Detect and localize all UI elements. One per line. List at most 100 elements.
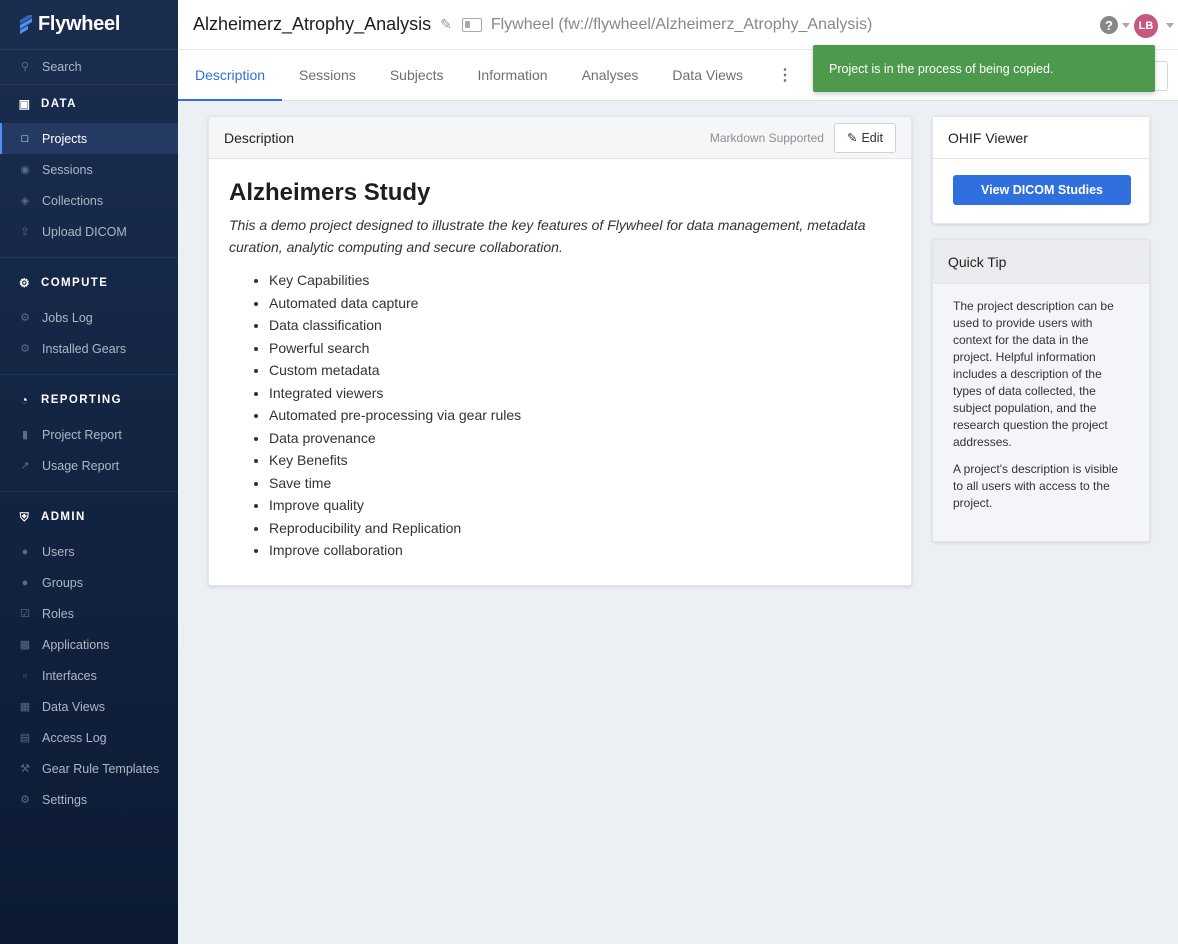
sidebar-item-usage-report[interactable]: ↗ Usage Report <box>0 450 178 481</box>
window-icon: ▫ <box>23 669 27 682</box>
sidebar-item-jobs-log[interactable]: ⚙ Jobs Log <box>0 302 178 333</box>
ohif-card-header: OHIF Viewer <box>933 117 1149 159</box>
user-icon: ● <box>21 545 29 558</box>
ohif-viewer-card: OHIF Viewer View DICOM Studies <box>932 116 1150 224</box>
gears-icon: ⚙ <box>20 312 30 324</box>
database-icon: ▣ <box>18 97 32 111</box>
edit-label: Edit <box>861 130 883 145</box>
list-item: Integrated viewers <box>269 382 891 405</box>
sidebar-item-label: Installed Gears <box>42 341 127 356</box>
gear-icon: ⚙ <box>20 343 30 355</box>
card-title: Description <box>224 129 295 146</box>
sidebar-item-groups[interactable]: ● Groups <box>0 567 178 598</box>
sidebar-item-label: Data Views <box>42 699 105 714</box>
cube-icon: ◉ <box>20 164 30 176</box>
tab-sessions[interactable]: Sessions <box>282 50 373 100</box>
study-title: Alzheimers Study <box>229 179 431 206</box>
sidebar-item-projects[interactable]: □ Projects <box>0 123 178 154</box>
list-item: Improve quality <box>269 494 891 517</box>
pie-chart-icon: ◔ <box>20 393 30 407</box>
tab-information[interactable]: Information <box>461 50 565 100</box>
gavel-icon: ⚒ <box>20 763 30 775</box>
sidebar-item-upload-dicom[interactable]: ⇧ Upload DICOM <box>0 216 178 247</box>
view-dicom-studies-button[interactable]: View DICOM Studies <box>953 175 1131 205</box>
tab-description[interactable]: Description <box>178 50 283 101</box>
section-label: ADMIN <box>41 511 86 523</box>
quick-tip-body: The project description can be used to p… <box>933 284 1149 512</box>
sidebar-item-access-log[interactable]: ▤ Access Log <box>0 722 178 753</box>
sidebar-item-users[interactable]: ● Users <box>0 536 178 567</box>
list-item: Automated data capture <box>269 292 891 315</box>
sidebar-item-label: Gear Rule Templates <box>42 761 160 776</box>
avatar-chevron-down-icon[interactable] <box>1166 23 1174 28</box>
sidebar-item-label: Projects <box>42 131 88 146</box>
shield-icon: ⛨ <box>19 509 31 524</box>
sidebar-item-label: Search <box>42 59 82 74</box>
sidebar-item-label: Interfaces <box>42 668 97 683</box>
tab-subjects[interactable]: Subjects <box>373 50 461 100</box>
sidebar-item-label: Upload DICOM <box>42 224 127 239</box>
sidebar-item-collections[interactable]: ◈ Collections <box>0 185 178 216</box>
help-chevron-down-icon[interactable] <box>1122 23 1130 28</box>
sidebar-item-roles[interactable]: ☑ Roles <box>0 598 178 629</box>
sidebar-item-search[interactable]: ⚲ Search <box>0 51 178 82</box>
list-item: Key Benefits <box>269 449 891 472</box>
line-chart-icon: ↗ <box>20 460 30 472</box>
quick-tip-header: Quick Tip <box>933 240 1149 284</box>
description-card: Description Markdown Supported ✎ Edit Al… <box>208 116 912 586</box>
flywheel-logo[interactable]: Flywheel <box>0 0 178 50</box>
divider <box>0 491 178 492</box>
upload-icon: ⇧ <box>20 226 30 238</box>
more-tabs-icon[interactable]: ⋮ <box>760 50 810 100</box>
sidebar-item-gear-rule-templates[interactable]: ⚒ Gear Rule Templates <box>0 753 178 784</box>
gear-icon: ⚙ <box>18 276 32 290</box>
tab-data-views[interactable]: Data Views <box>655 50 760 100</box>
pencil-icon[interactable]: ✎ <box>440 16 452 33</box>
users-icon: ● <box>21 576 29 589</box>
sidebar-item-label: Sessions <box>42 162 93 177</box>
divider <box>0 257 178 258</box>
sidebar-item-label: Jobs Log <box>42 310 93 325</box>
list-item: Powerful search <box>269 337 891 360</box>
sidebar-item-label: Collections <box>42 193 104 208</box>
tip-paragraph: A project's description is visible to al… <box>953 462 1119 510</box>
sidebar-item-applications[interactable]: ▩ Applications <box>0 629 178 660</box>
gear-icon: ⚙ <box>20 794 30 806</box>
sidebar-item-label: Usage Report <box>42 458 120 473</box>
cubes-icon: ◈ <box>20 195 30 207</box>
sidebar-item-label: Project Report <box>42 427 122 442</box>
sidebar-item-label: Settings <box>42 792 88 807</box>
sidebar-item-interfaces[interactable]: ▫ Interfaces <box>0 660 178 691</box>
sidebar-section-admin: ⛨ ADMIN <box>0 498 178 536</box>
toast-message: Project is in the process of being copie… <box>829 61 1054 76</box>
sidebar-section-reporting: ◔ REPORTING <box>0 381 178 419</box>
folder-icon: □ <box>21 132 29 145</box>
capabilities-list: Key Capabilities Automated data capture … <box>229 269 891 562</box>
top-bar: Alzheimerz_Atrophy_Analysis ✎ Flywheel (… <box>178 0 1178 50</box>
tab-analyses[interactable]: Analyses <box>565 50 656 100</box>
project-path: Flywheel (fw://flywheel/Alzheimerz_Atrop… <box>490 15 873 33</box>
bar-chart-icon: ▮ <box>21 429 29 441</box>
section-label: COMPUTE <box>41 277 109 289</box>
help-icon[interactable]: ? <box>1100 16 1118 34</box>
sidebar: Flywheel ⚲ Search ▣ DATA □ Projects ◉ Se… <box>0 0 178 944</box>
edit-button[interactable]: ✎ Edit <box>833 122 896 153</box>
sidebar-item-data-views[interactable]: ▦ Data Views <box>0 691 178 722</box>
sidebar-item-project-report[interactable]: ▮ Project Report <box>0 419 178 450</box>
avatar[interactable]: LB <box>1134 14 1158 38</box>
description-body: Alzheimers Study This a demo project des… <box>209 159 911 562</box>
list-item: Improve collaboration <box>269 539 891 562</box>
list-item: Automated pre-processing via gear rules <box>269 404 891 427</box>
markdown-supported-label: Markdown Supported <box>709 130 824 145</box>
sidebar-item-settings[interactable]: ⚙ Settings <box>0 784 178 815</box>
search-icon: ⚲ <box>20 61 30 73</box>
toast-notification[interactable]: Project is in the process of being copie… <box>813 45 1155 92</box>
description-card-header: Description Markdown Supported ✎ Edit <box>209 117 911 159</box>
list-item: Custom metadata <box>269 359 891 382</box>
sidebar-item-sessions[interactable]: ◉ Sessions <box>0 154 178 185</box>
study-subtitle: This a demo project designed to illustra… <box>229 217 866 255</box>
project-title: Alzheimerz_Atrophy_Analysis <box>193 14 432 34</box>
sidebar-item-installed-gears[interactable]: ⚙ Installed Gears <box>0 333 178 364</box>
app-name: Flywheel <box>38 13 121 35</box>
puzzle-icon: ▩ <box>19 639 31 651</box>
